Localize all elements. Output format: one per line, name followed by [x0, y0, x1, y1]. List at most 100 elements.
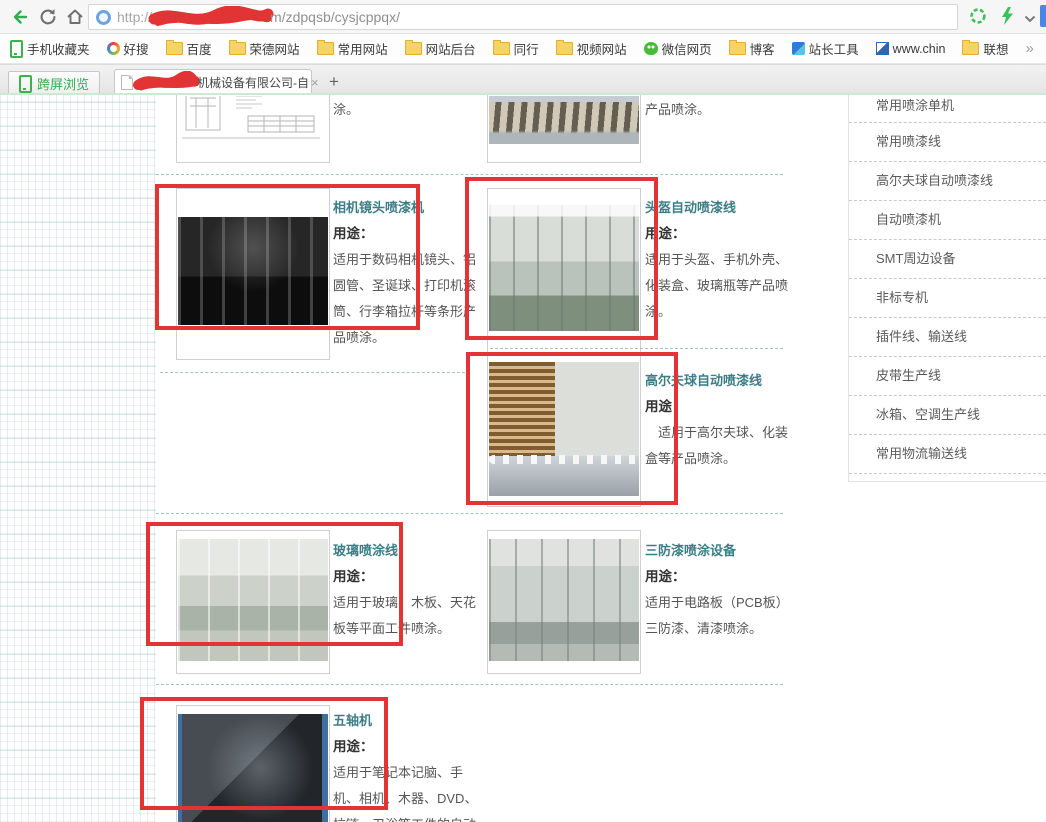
refresh-button[interactable]: [37, 6, 59, 28]
product-image-helmet-line[interactable]: [487, 188, 641, 360]
haosou-ring-icon: [107, 42, 120, 55]
product-description-line: 机、相机、木器、DVD、: [333, 786, 489, 812]
tab-title-redaction-scribble: [133, 71, 199, 93]
product-title-link[interactable]: 相机镜头喷漆机: [333, 195, 489, 221]
glass-line-photo: [178, 539, 328, 661]
five-axis-photo: [178, 714, 328, 822]
product-card-glass-line: 玻璃喷涂线 用途： 适用于玻璃、木板、天花 板等平面工件喷涂。: [333, 538, 489, 642]
partial-description-right: 产品喷涂。: [645, 97, 801, 123]
chinaz-icon: [792, 42, 805, 55]
product-description-line: 筒、行李箱拉杆等条形产: [333, 299, 489, 325]
product-card-conformal-coating: 三防漆喷涂设备 用途： 适用于电路板（PCB板） 三防漆、清漆喷涂。: [645, 538, 801, 642]
row-divider: [156, 684, 783, 685]
product-description-line: 适用于玻璃、木板、天花: [333, 590, 489, 616]
product-description-line: 三防漆、清漆喷涂。: [645, 616, 801, 642]
product-image-five-axis[interactable]: [176, 705, 330, 822]
bookmark-folder-common-sites[interactable]: 常用网站: [317, 39, 388, 58]
product-image-glass-line[interactable]: [176, 530, 330, 674]
product-image-machine-interior[interactable]: [487, 95, 641, 163]
product-title-link[interactable]: 三防漆喷涂设备: [645, 538, 801, 564]
tab-close-icon[interactable]: ×: [311, 75, 319, 90]
product-description-line: 适用于电路板（PCB板）: [645, 590, 801, 616]
sidebar-item-belt-production-line[interactable]: 皮带生产线: [849, 357, 1046, 396]
product-image-cad-drawing[interactable]: [176, 95, 330, 163]
helmet-line-photo: [489, 205, 639, 331]
toolbar-chevron-button[interactable]: [1024, 10, 1036, 28]
folder-icon: [229, 42, 246, 55]
product-description-line: 涂。: [645, 299, 801, 325]
web-page-content: 涂。 产品喷涂。 相机镜头喷漆机 用途： 适用于数码相机镜头、铝 圆管、圣诞球、…: [0, 95, 1046, 822]
product-description-line: 品喷涂。: [333, 325, 489, 351]
golf-line-photo: [489, 362, 639, 496]
product-image-camera-lens-machine[interactable]: [176, 188, 330, 360]
screen-cast-button[interactable]: 跨屏浏览: [8, 71, 100, 95]
site-globe-icon: [96, 10, 111, 25]
url-redaction-scribble: [148, 6, 274, 28]
new-tab-button[interactable]: +: [322, 70, 346, 93]
capture-button[interactable]: [968, 6, 988, 31]
bookmark-folder-baidu[interactable]: 百度: [166, 39, 212, 58]
row-divider: [156, 513, 783, 514]
sidebar-item-custom-machines[interactable]: 非标专机: [849, 279, 1046, 318]
bookmark-folder-lenovo[interactable]: 联想: [962, 39, 1008, 58]
bookmark-item-mobile-favorites[interactable]: 手机收藏夹: [10, 39, 90, 58]
product-description-line: 化装盒、玻璃瓶等产品喷: [645, 273, 801, 299]
category-sidebar: 常用喷涂单机 常用喷漆线 高尔夫球自动喷漆线 自动喷漆机 SMT周边设备 非标专…: [848, 95, 1046, 482]
product-description-line: 板等平面工件喷涂。: [333, 616, 489, 642]
golf-rack-texture: [489, 362, 555, 467]
bookmark-folder-rongde[interactable]: 荣德网站: [229, 39, 300, 58]
usage-label: 用途：: [333, 221, 489, 247]
usage-label: 用途：: [333, 564, 489, 590]
product-image-conformal-coating[interactable]: [487, 530, 641, 674]
folder-icon: [317, 42, 334, 55]
folder-icon: [962, 42, 979, 55]
bookmark-item-chinaz[interactable]: 站长工具: [792, 39, 859, 58]
shutter-icon: [968, 6, 988, 26]
back-arrow-icon: [9, 6, 31, 28]
product-card-camera-lens: 相机镜头喷漆机 用途： 适用于数码相机镜头、铝 圆管、圣诞球、打印机滚 筒、行李…: [333, 195, 489, 351]
bookmark-folder-blog[interactable]: 博客: [729, 39, 775, 58]
bookmark-item-haosou[interactable]: 好搜: [107, 39, 149, 58]
row-divider: [156, 174, 783, 175]
sidebar-item-common-spray-units[interactable]: 常用喷涂单机: [849, 95, 1046, 123]
wechat-icon: [644, 42, 658, 55]
product-card-helmet-line: 头盔自动喷漆线 用途： 适用于头盔、手机外壳、 化装盒、玻璃瓶等产品喷 涂。: [645, 195, 801, 325]
sidebar-item-smt-equipment[interactable]: SMT周边设备: [849, 240, 1046, 279]
product-title-link[interactable]: 头盔自动喷漆线: [645, 195, 801, 221]
site-icon: [876, 42, 889, 55]
sidebar-item-insertion-conveyor-lines[interactable]: 插件线、输送线: [849, 318, 1046, 357]
partial-description-left: 涂。: [333, 97, 489, 123]
product-title-link[interactable]: 五轴机: [333, 708, 489, 734]
product-title-link[interactable]: 玻璃喷涂线: [333, 538, 489, 564]
product-title-link[interactable]: 高尔夫球自动喷漆线: [645, 368, 801, 394]
side-panel-edge[interactable]: [1040, 5, 1046, 27]
bookmarks-overflow-button[interactable]: »: [1025, 40, 1033, 57]
machine-interior-photo: [489, 96, 639, 144]
bookmark-folder-video-sites[interactable]: 视频网站: [556, 39, 627, 58]
folder-icon: [729, 42, 746, 55]
sidebar-item-fridge-ac-lines[interactable]: 冰箱、空调生产线: [849, 396, 1046, 435]
product-description-line: 适用于头盔、手机外壳、: [645, 247, 801, 273]
usage-label: 用途：: [333, 734, 489, 760]
home-button[interactable]: [64, 6, 86, 28]
folder-icon: [556, 42, 573, 55]
bookmark-folder-peers[interactable]: 同行: [493, 39, 539, 58]
active-tab[interactable]: 机械设备有限公司-自动喷涂 ×: [114, 69, 312, 94]
product-description-line: 适用于笔记本记脑、手: [333, 760, 489, 786]
bookmark-item-wechat-web[interactable]: 微信网页: [644, 39, 712, 58]
product-image-golf-line[interactable]: [487, 353, 641, 507]
refresh-icon: [37, 6, 59, 28]
address-bar[interactable]: http:// m/zdpqsb/cysjcppqx/: [88, 4, 958, 30]
sidebar-item-auto-paint-machine[interactable]: 自动喷漆机: [849, 201, 1046, 240]
sidebar-item-golf-auto-paint-line[interactable]: 高尔夫球自动喷漆线: [849, 162, 1046, 201]
folder-icon: [493, 42, 510, 55]
speed-mode-button[interactable]: [998, 6, 1016, 31]
bookmark-folder-site-admin[interactable]: 网站后台: [405, 39, 476, 58]
sidebar-item-logistics-conveyor-lines[interactable]: 常用物流输送线: [849, 435, 1046, 474]
row-divider: [160, 372, 470, 373]
bookmark-item-www-chin[interactable]: www.chin: [876, 42, 946, 56]
cad-drawing-photo: [178, 96, 328, 142]
sidebar-item-common-paint-lines[interactable]: 常用喷漆线: [849, 123, 1046, 162]
url-protocol: http://: [117, 9, 152, 25]
back-button[interactable]: [9, 6, 31, 28]
